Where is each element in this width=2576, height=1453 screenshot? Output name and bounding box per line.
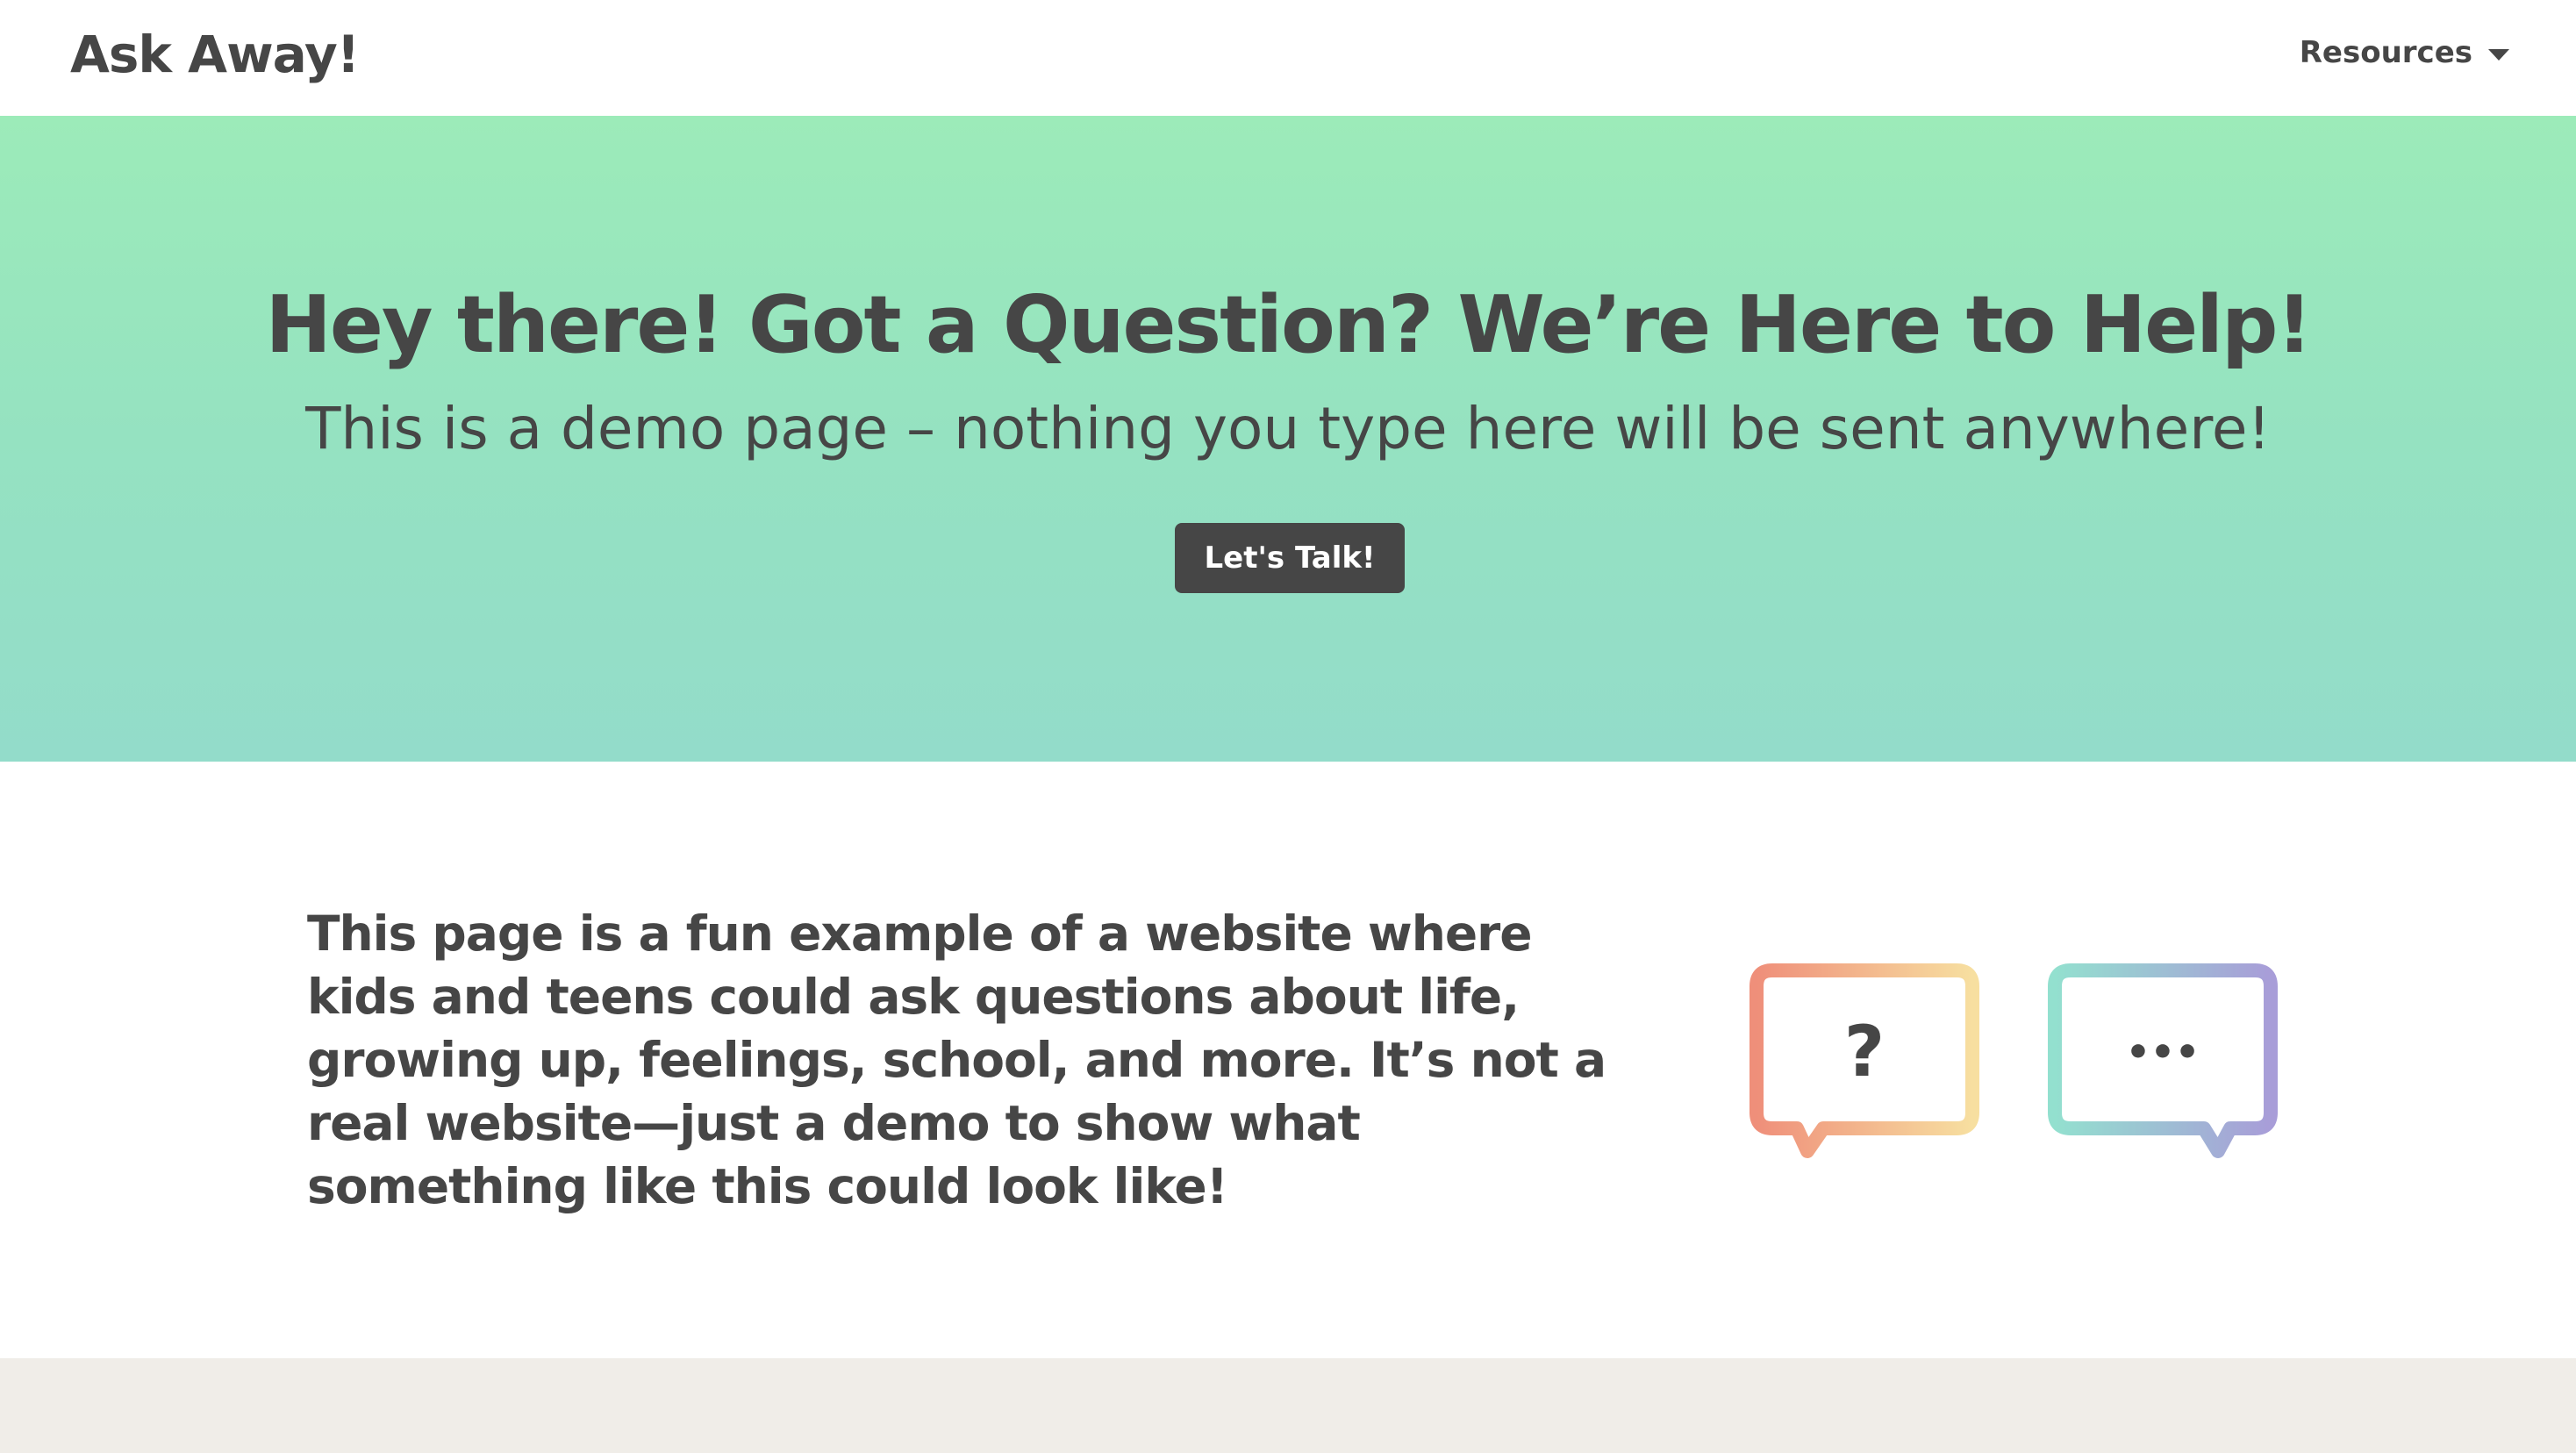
hero-section: Hey there! Got a Question? We’re Here to… [0, 116, 2576, 762]
ellipsis-bubble-icon: ••• [2048, 963, 2278, 1158]
resources-dropdown[interactable]: Resources [2300, 35, 2509, 70]
hero-subtitle: This is a demo page – nothing you type h… [305, 395, 2271, 462]
intro-section: This page is a fun example of a website … [0, 762, 2576, 1358]
question-mark: ? [1844, 1011, 1885, 1092]
lets-talk-button[interactable]: Let's Talk! [1175, 523, 1405, 593]
hero-title: Hey there! Got a Question? We’re Here to… [265, 279, 2313, 371]
footer [0, 1358, 2576, 1453]
intro-text: This page is a fun example of a website … [307, 905, 1606, 1214]
ellipsis-dots: ••• [2126, 1030, 2200, 1075]
navbar: Ask Away! Resources [0, 0, 2576, 116]
question-bubble-icon: ? [1750, 963, 1979, 1158]
chevron-down-icon [2488, 48, 2509, 61]
brand-logo[interactable]: Ask Away! [70, 25, 360, 84]
resources-label: Resources [2299, 35, 2472, 70]
